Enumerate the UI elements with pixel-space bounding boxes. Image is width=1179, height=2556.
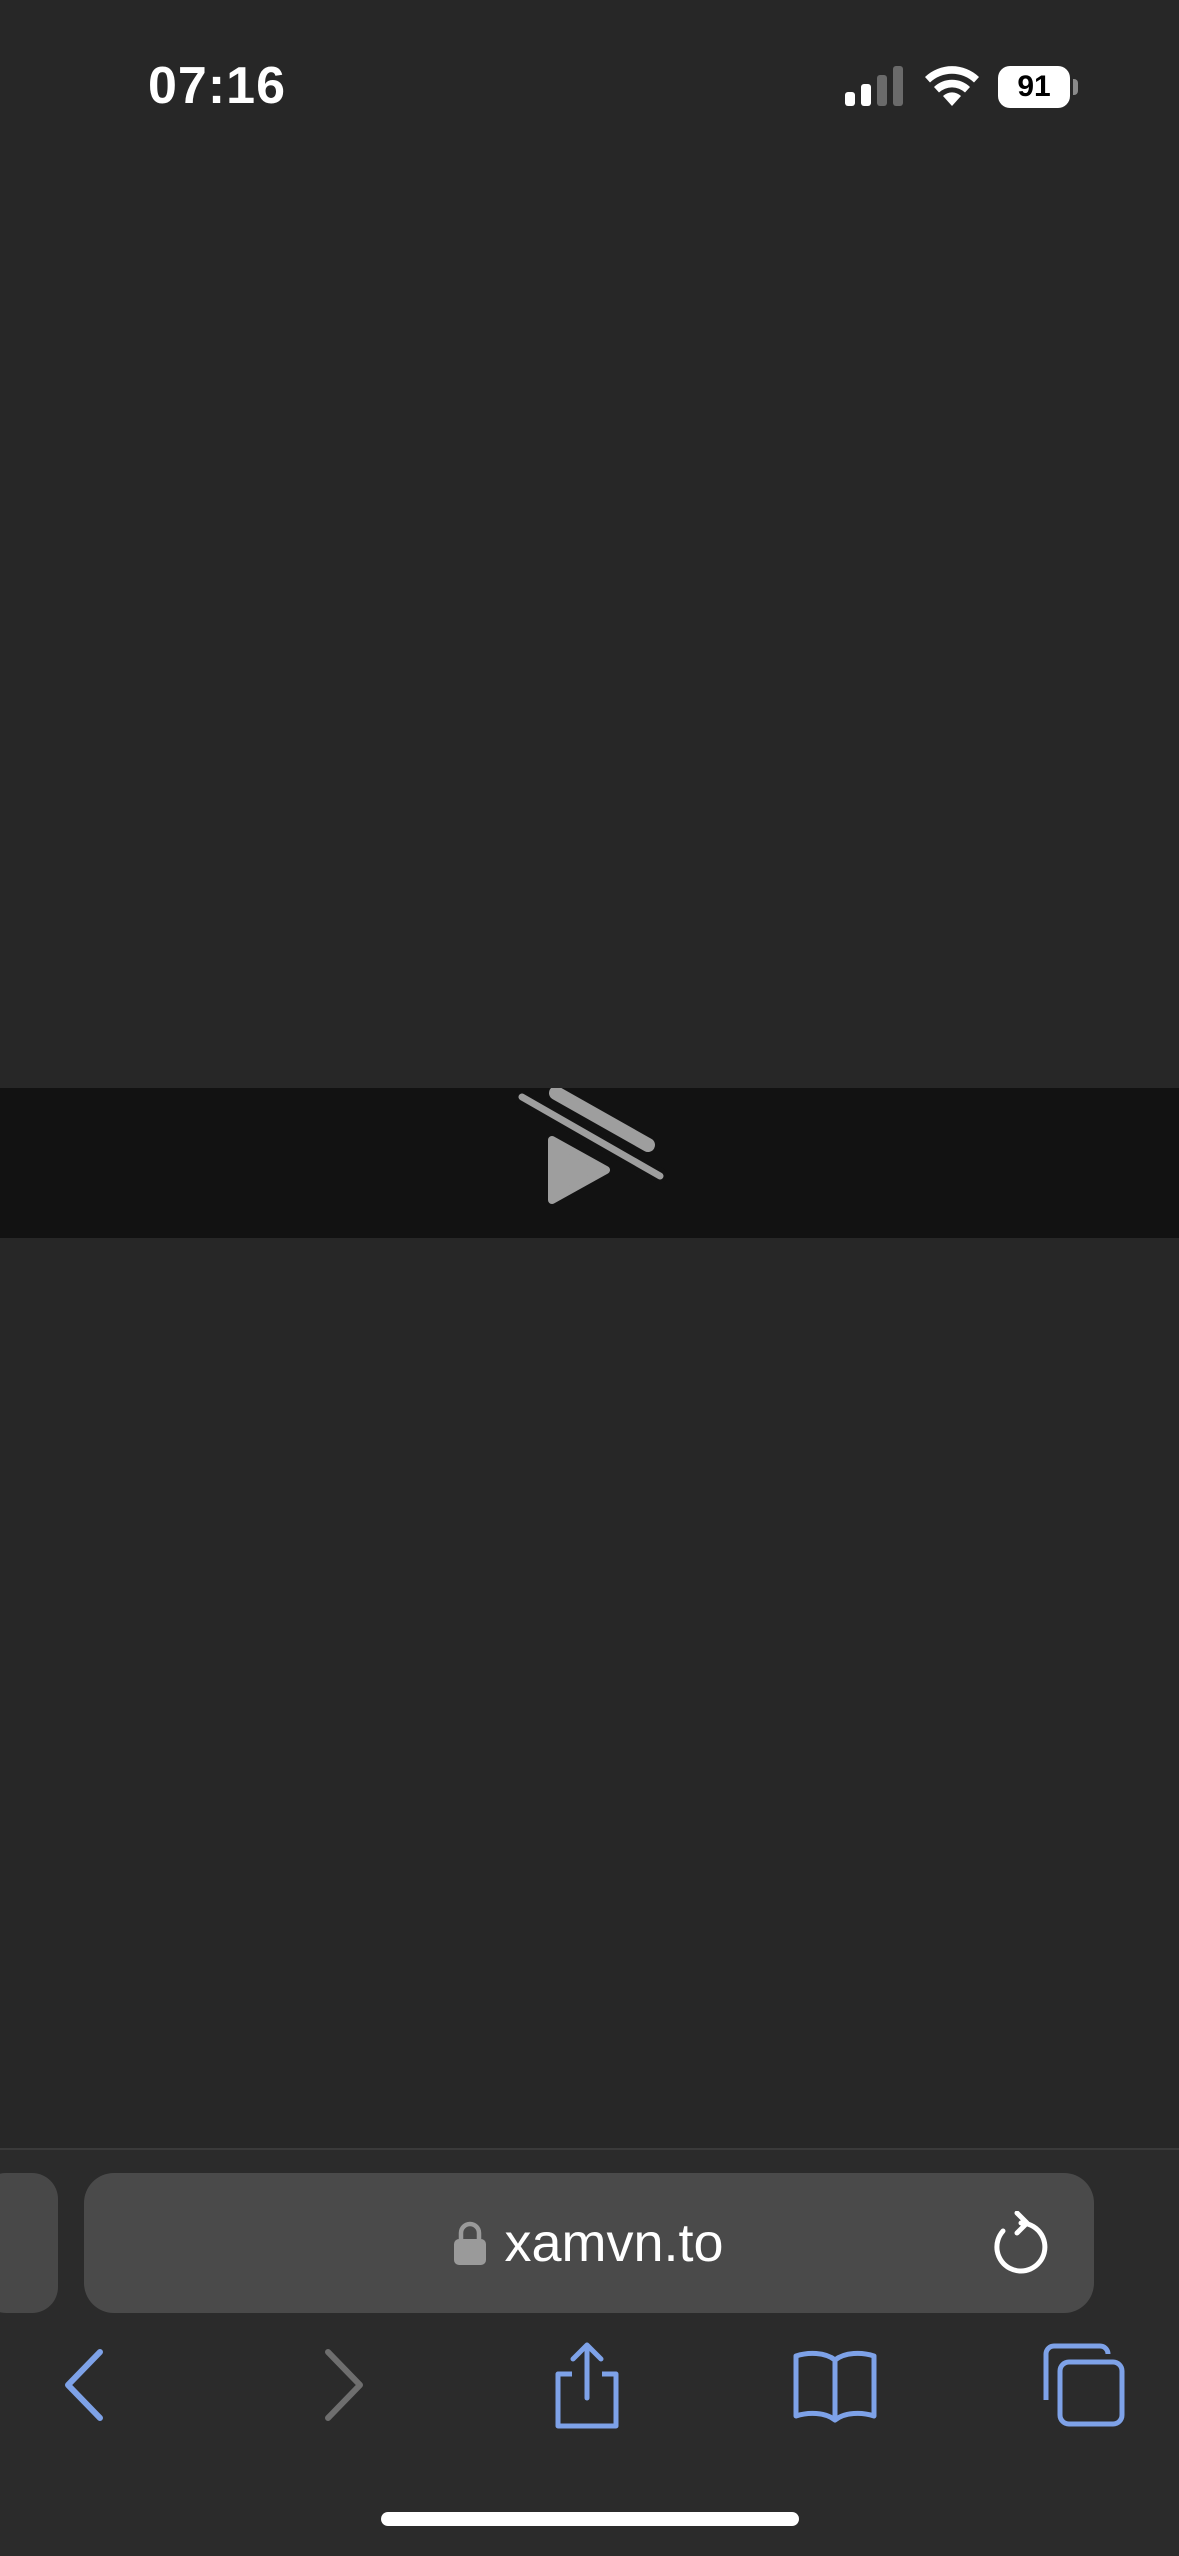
- battery-icon: 91: [998, 66, 1078, 108]
- battery-level: 91: [1017, 70, 1051, 103]
- cellular-signal-icon: [845, 66, 903, 106]
- home-indicator[interactable]: [381, 2512, 799, 2526]
- safari-screen: 07:16 91 xamvn.to: [0, 0, 1179, 2556]
- battery-tip: [1073, 79, 1078, 95]
- forward-icon[interactable]: [298, 2340, 388, 2430]
- video-unavailable-icon[interactable]: [510, 1088, 670, 1238]
- share-icon[interactable]: [542, 2340, 632, 2430]
- bookmarks-icon[interactable]: [790, 2340, 880, 2430]
- status-time: 07:16: [148, 57, 286, 115]
- status-bar: 07:16 91: [0, 0, 1179, 150]
- address-content: xamvn.to: [84, 2173, 1094, 2313]
- address-text: xamvn.to: [504, 2213, 724, 2273]
- address-bar[interactable]: xamvn.to: [84, 2173, 1094, 2313]
- tabs-icon[interactable]: [1038, 2340, 1128, 2430]
- lock-icon: [454, 2221, 487, 2265]
- back-icon[interactable]: [40, 2340, 130, 2430]
- wifi-icon: [925, 66, 979, 106]
- previous-tab-address-bar[interactable]: [0, 2173, 58, 2313]
- reload-icon[interactable]: [990, 2211, 1052, 2275]
